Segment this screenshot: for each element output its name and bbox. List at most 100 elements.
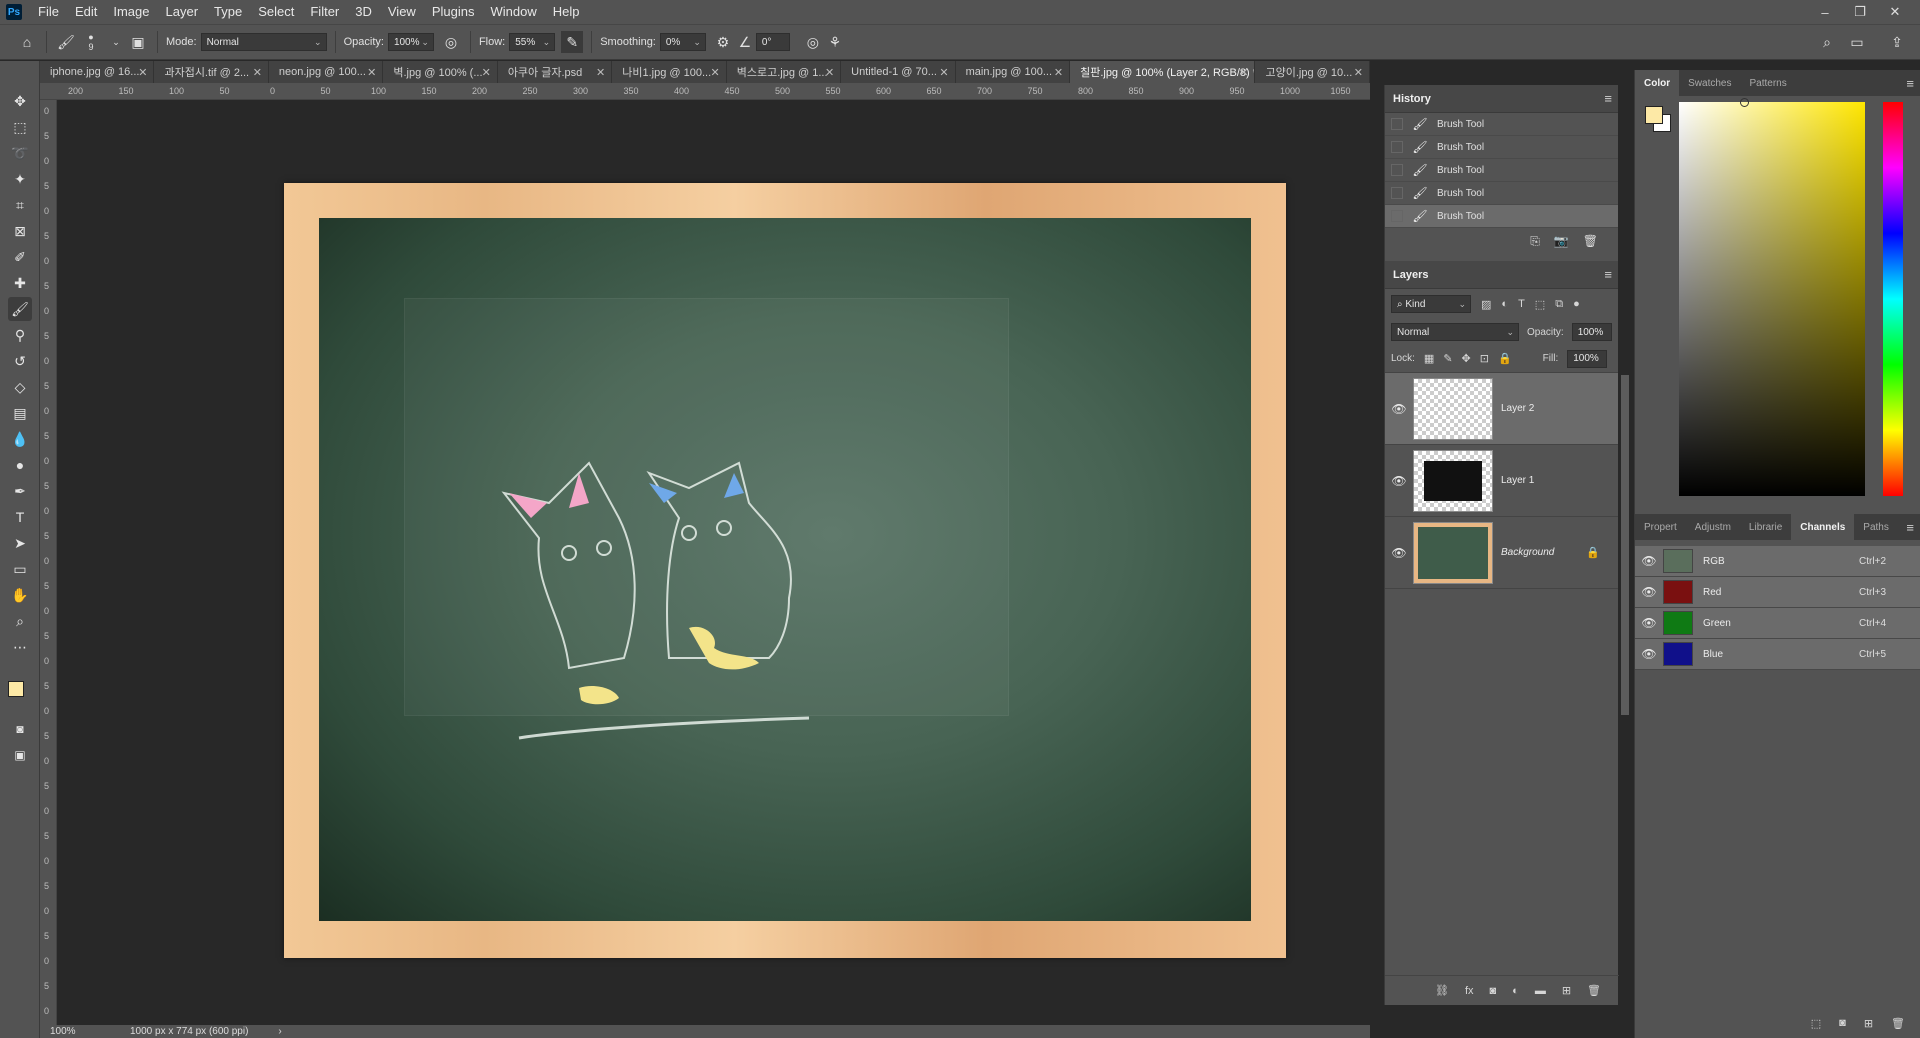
layers-scrollbar[interactable] bbox=[1621, 375, 1629, 715]
lock-artboard-icon[interactable]: ⊡ bbox=[1480, 352, 1489, 365]
new-channel-icon[interactable]: ⊞ bbox=[1864, 1017, 1873, 1030]
move-tool-icon[interactable]: ✥ bbox=[8, 89, 32, 113]
tab-swatches[interactable]: Swatches bbox=[1679, 70, 1740, 96]
fx-icon[interactable]: fx bbox=[1465, 985, 1474, 997]
trash-icon[interactable]: 🗑 bbox=[1583, 234, 1598, 249]
menu-layer[interactable]: Layer bbox=[158, 0, 207, 24]
fill-field[interactable]: 100% bbox=[1567, 349, 1608, 368]
tab-patterns[interactable]: Patterns bbox=[1740, 70, 1795, 96]
document-info[interactable]: 1000 px x 774 px (600 ppi) bbox=[130, 1026, 248, 1037]
trash-icon[interactable]: 🗑 bbox=[1587, 984, 1601, 997]
lock-all-icon[interactable]: 🔒 bbox=[1498, 352, 1512, 365]
smart-object-filter-icon[interactable]: ⧉ bbox=[1555, 298, 1563, 311]
pressure-opacity-icon[interactable]: ◎ bbox=[440, 31, 462, 53]
blend-mode-dropdown[interactable]: Normal ⌄ bbox=[1391, 323, 1519, 341]
tab-adjustments[interactable]: Adjustm bbox=[1686, 514, 1740, 540]
adjustment-layer-icon[interactable]: ◐ bbox=[1512, 985, 1519, 997]
adjustment-filter-icon[interactable]: ◐ bbox=[1501, 298, 1508, 310]
close-icon[interactable]: ✕ bbox=[939, 66, 948, 79]
color-picker-field[interactable] bbox=[1679, 102, 1865, 496]
layer-row-layer-1[interactable]: 👁 Layer 1 bbox=[1385, 445, 1618, 517]
close-icon[interactable]: ✕ bbox=[367, 66, 376, 79]
lasso-tool-icon[interactable]: ➰ bbox=[8, 141, 32, 165]
rectangle-tool-icon[interactable]: ▭ bbox=[8, 557, 32, 581]
layer-row-background[interactable]: 👁 Background 🔒 bbox=[1385, 517, 1618, 589]
eye-icon[interactable]: 👁 bbox=[1385, 474, 1413, 488]
panel-menu-icon[interactable]: ≡ bbox=[1604, 91, 1612, 106]
blur-tool-icon[interactable]: 💧 bbox=[8, 427, 32, 451]
search-icon[interactable]: ⌕ bbox=[1816, 31, 1838, 53]
menu-plugins[interactable]: Plugins bbox=[424, 0, 483, 24]
brush-settings-icon[interactable]: ▣ bbox=[127, 31, 149, 53]
tab-document[interactable]: 고양이.jpg @ 10... ✕ bbox=[1255, 61, 1370, 83]
horizontal-ruler[interactable]: 200 150 100 50 0 50 100 150 200 250 300 350 400 450 50… bbox=[40, 83, 1370, 100]
foreground-color-swatch[interactable] bbox=[8, 681, 24, 697]
trash-icon[interactable]: 🗑 bbox=[1891, 1017, 1905, 1030]
minimize-button[interactable]: – bbox=[1810, 0, 1840, 24]
eye-icon[interactable]: 👁 bbox=[1385, 402, 1413, 416]
type-tool-icon[interactable]: T bbox=[8, 505, 32, 529]
close-icon[interactable]: ✕ bbox=[138, 66, 147, 79]
history-title[interactable]: History bbox=[1393, 93, 1431, 105]
snapshot-checkbox[interactable] bbox=[1391, 210, 1403, 222]
eye-icon[interactable]: 👁 bbox=[1635, 585, 1663, 599]
link-layers-icon[interactable]: ⛓ bbox=[1435, 984, 1449, 997]
shape-filter-icon[interactable]: ⬚ bbox=[1535, 298, 1545, 311]
tab-document[interactable]: 벽스로고.jpg @ 1... ✕ bbox=[726, 61, 842, 83]
menu-select[interactable]: Select bbox=[250, 0, 302, 24]
snapshot-checkbox[interactable] bbox=[1391, 141, 1403, 153]
filter-toggle-icon[interactable]: ● bbox=[1573, 298, 1580, 310]
close-icon[interactable]: ✕ bbox=[596, 66, 605, 79]
tab-color[interactable]: Color bbox=[1635, 70, 1680, 96]
more-tools-icon[interactable]: ⋯ bbox=[8, 635, 32, 659]
opacity-field[interactable]: 100% ⌄ bbox=[387, 33, 434, 51]
brush-preset-icon[interactable]: 🖌 bbox=[55, 31, 77, 53]
menu-image[interactable]: Image bbox=[105, 0, 157, 24]
close-icon[interactable]: ✕ bbox=[1354, 66, 1363, 79]
save-selection-icon[interactable]: ◙ bbox=[1839, 1017, 1846, 1029]
lock-image-icon[interactable]: ✎ bbox=[1443, 352, 1452, 365]
history-item[interactable]: 🖌 Brush Tool bbox=[1385, 113, 1618, 136]
history-brush-icon[interactable]: ↺ bbox=[8, 349, 32, 373]
tab-document[interactable]: iphone.jpg @ 16... ✕ bbox=[40, 61, 155, 83]
tab-document-active[interactable]: 칠판.jpg @ 100% (Layer 2, RGB/8) * ✕ bbox=[1070, 61, 1256, 83]
channel-row-blue[interactable]: 👁 Blue Ctrl+5 bbox=[1635, 639, 1920, 670]
channel-row-red[interactable]: 👁 Red Ctrl+3 bbox=[1635, 577, 1920, 608]
tab-channels[interactable]: Channels bbox=[1791, 514, 1855, 540]
airbrush-icon[interactable]: ✎ bbox=[561, 31, 584, 53]
new-document-icon[interactable]: ⎘ bbox=[1530, 234, 1540, 249]
eye-icon[interactable]: 👁 bbox=[1635, 616, 1663, 630]
close-icon[interactable]: ✕ bbox=[1054, 66, 1063, 79]
frame-tool-icon[interactable]: ⊠ bbox=[8, 219, 32, 243]
menu-filter[interactable]: Filter bbox=[302, 0, 347, 24]
panel-menu-icon[interactable]: ≡ bbox=[1906, 520, 1914, 535]
brush-size-picker[interactable]: ● 9 bbox=[77, 31, 105, 53]
tab-document[interactable]: 아쿠아 글자.psd ✕ bbox=[497, 61, 613, 83]
type-filter-icon[interactable]: T bbox=[1518, 298, 1525, 310]
eye-icon[interactable]: 👁 bbox=[1385, 546, 1413, 560]
snapshot-checkbox[interactable] bbox=[1391, 118, 1403, 130]
add-mask-icon[interactable]: ◙ bbox=[1490, 985, 1497, 997]
layer-row-layer-2[interactable]: 👁 Layer 2 bbox=[1385, 373, 1618, 445]
channel-row-green[interactable]: 👁 Green Ctrl+4 bbox=[1635, 608, 1920, 639]
zoom-level[interactable]: 100% bbox=[50, 1026, 110, 1037]
menu-edit[interactable]: Edit bbox=[67, 0, 105, 24]
vertical-ruler[interactable]: 0 5 0 5 0 5 0 5 0 5 0 5 0 5 0 5 0 5 0 5 0 5 0 5 0 5 0 5 0 5 0 5 0 5 0 5 0 bbox=[40, 100, 57, 1025]
color-picker-cursor[interactable] bbox=[1740, 98, 1749, 107]
angle-field[interactable]: 0° bbox=[755, 33, 790, 51]
path-select-icon[interactable]: ➤ bbox=[8, 531, 32, 555]
camera-icon[interactable]: 📷 bbox=[1554, 234, 1569, 249]
pen-tool-icon[interactable]: ✒ bbox=[8, 479, 32, 503]
mode-dropdown[interactable]: Normal ⌄ bbox=[200, 33, 327, 51]
symmetry-icon[interactable]: ⚘ bbox=[824, 31, 846, 53]
layer-opacity-field[interactable]: 100% bbox=[1571, 323, 1612, 341]
flow-field[interactable]: 55% ⌄ bbox=[509, 33, 556, 51]
foreground-color-swatch[interactable] bbox=[1645, 106, 1663, 124]
menu-type[interactable]: Type bbox=[206, 0, 250, 24]
snapshot-checkbox[interactable] bbox=[1391, 164, 1403, 176]
history-item[interactable]: 🖌 Brush Tool bbox=[1385, 136, 1618, 159]
close-icon[interactable]: ✕ bbox=[1239, 66, 1248, 79]
panel-menu-icon[interactable]: ≡ bbox=[1906, 76, 1914, 91]
menu-view[interactable]: View bbox=[380, 0, 424, 24]
hue-slider[interactable] bbox=[1883, 102, 1903, 496]
